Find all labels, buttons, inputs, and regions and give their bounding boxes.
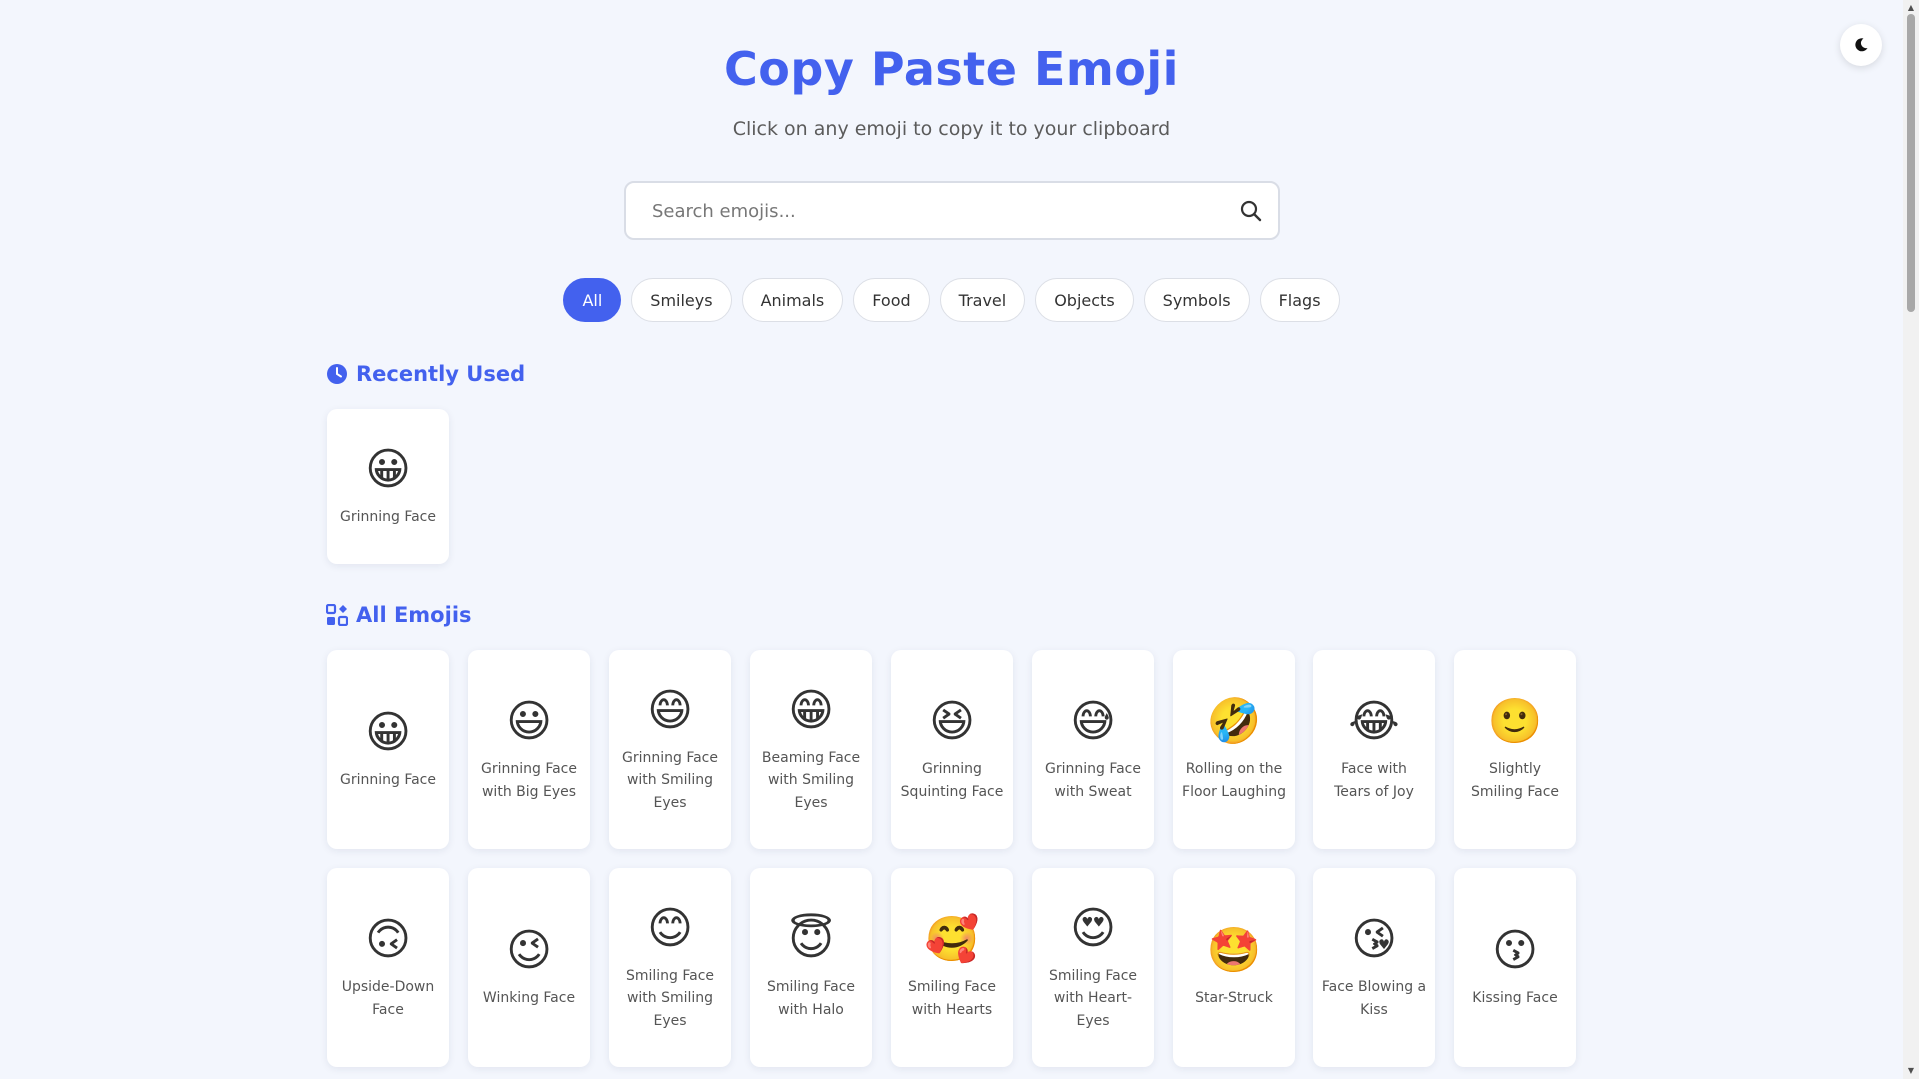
emoji-label: Beaming Face with Smiling Eyes xyxy=(761,749,861,811)
all-emojis-heading: All Emojis xyxy=(326,603,472,627)
category-smileys[interactable]: Smileys xyxy=(631,278,732,322)
emoji-glyph: 🤣 xyxy=(1206,696,1262,747)
emoji-card[interactable]: 🥰 Smiling Face with Hearts xyxy=(891,868,1013,1067)
recently-used-heading: Recently Used xyxy=(326,362,525,386)
emoji-label: Smiling Face with Heart-Eyes xyxy=(1048,967,1138,1029)
emoji-glyph: 😊 xyxy=(647,902,693,954)
vertical-scrollbar[interactable]: ▲ ▼ xyxy=(1903,0,1919,1079)
emoji-card[interactable]: 😗 Kissing Face xyxy=(1454,868,1576,1067)
search-icon[interactable] xyxy=(1240,200,1262,222)
page-subtitle: Click on any emoji to copy it to your cl… xyxy=(732,118,1171,140)
emoji-glyph: 😆 xyxy=(929,696,975,747)
category-all[interactable]: All xyxy=(563,278,622,322)
emoji-label: Grinning Face xyxy=(340,772,436,789)
search-input[interactable] xyxy=(650,183,1214,240)
emoji-card[interactable]: 😍 Smiling Face with Heart-Eyes xyxy=(1032,868,1154,1067)
emoji-card[interactable]: 😉 Winking Face xyxy=(468,868,590,1067)
emoji-card[interactable]: 🙃 Upside-Down Face xyxy=(327,868,449,1067)
emoji-label: Upside-Down Face xyxy=(341,979,435,1018)
page-title: Copy Paste Emoji xyxy=(724,42,1179,96)
category-animals[interactable]: Animals xyxy=(741,278,844,322)
emoji-glyph: 😃 xyxy=(506,696,552,747)
recent-emoji-card[interactable]: 😀 Grinning Face xyxy=(327,409,449,564)
emoji-card[interactable]: 😊 Smiling Face with Smiling Eyes xyxy=(609,868,731,1067)
search-box xyxy=(624,181,1280,240)
emoji-card[interactable]: 😀 Grinning Face xyxy=(327,650,449,849)
emoji-label: Rolling on the Floor Laughing xyxy=(1182,761,1286,800)
emoji-label: Grinning Squinting Face xyxy=(900,761,1004,800)
emoji-label: Smiling Face with Halo xyxy=(766,979,856,1018)
emoji-label: Kissing Face xyxy=(1472,990,1558,1007)
emoji-glyph: 😗 xyxy=(1492,925,1538,977)
emoji-glyph: 😇 xyxy=(788,914,834,965)
category-food[interactable]: Food xyxy=(853,278,930,322)
emoji-glyph: 😅 xyxy=(1070,696,1116,747)
recently-used-title: Recently Used xyxy=(356,362,526,386)
emoji-label: Grinning Face with Smiling Eyes xyxy=(622,749,718,811)
category-flags[interactable]: Flags xyxy=(1259,278,1340,322)
emoji-label: Smiling Face with Hearts xyxy=(907,979,997,1018)
emoji-label: Face with Tears of Joy xyxy=(1334,761,1414,800)
grid-icon xyxy=(326,604,348,626)
category-symbols[interactable]: Symbols xyxy=(1143,278,1250,322)
emoji-label: Grinning Face xyxy=(340,509,436,526)
page: Copy Paste Emoji Click on any emoji to c… xyxy=(0,0,1903,1079)
emoji-glyph: 😘 xyxy=(1351,914,1397,965)
emoji-glyph: 😀 xyxy=(365,444,411,496)
emoji-card[interactable]: 😄 Grinning Face with Smiling Eyes xyxy=(609,650,731,849)
emoji-glyph: 🙃 xyxy=(365,914,411,965)
all-emojis-title: All Emojis xyxy=(356,603,472,627)
emoji-glyph: 🤩 xyxy=(1206,925,1262,977)
emoji-label: Grinning Face with Big Eyes xyxy=(481,761,577,800)
emoji-label: Face Blowing a Kiss xyxy=(1321,979,1427,1018)
emoji-glyph: 😀 xyxy=(365,707,411,759)
emoji-glyph: 😁 xyxy=(788,684,834,736)
emoji-label: Winking Face xyxy=(482,990,576,1007)
emoji-glyph: 😉 xyxy=(506,925,552,977)
emoji-glyph: 😄 xyxy=(647,684,693,736)
emoji-card[interactable]: 🤩 Star-Struck xyxy=(1173,868,1295,1067)
emoji-label: Slightly Smiling Face xyxy=(1470,761,1560,800)
emoji-glyph: 😍 xyxy=(1070,902,1116,954)
emoji-card[interactable]: 🤣 Rolling on the Floor Laughing xyxy=(1173,650,1295,849)
emoji-card[interactable]: 😁 Beaming Face with Smiling Eyes xyxy=(750,650,872,849)
emoji-card[interactable]: 😂 Face with Tears of Joy xyxy=(1313,650,1435,849)
category-objects[interactable]: Objects xyxy=(1035,278,1134,322)
category-filter-bar: All Smileys Animals Food Travel Objects … xyxy=(0,278,1903,322)
emoji-card[interactable]: 😇 Smiling Face with Halo xyxy=(750,868,872,1067)
emoji-glyph: 🙂 xyxy=(1487,696,1543,747)
clock-icon xyxy=(327,364,347,384)
emoji-label: Smiling Face with Smiling Eyes xyxy=(625,967,715,1029)
emoji-glyph: 🥰 xyxy=(924,914,980,965)
emoji-card[interactable]: 😘 Face Blowing a Kiss xyxy=(1313,868,1435,1067)
emoji-glyph: 😂 xyxy=(1348,696,1400,747)
category-travel[interactable]: Travel xyxy=(939,278,1026,322)
emoji-card[interactable]: 😆 Grinning Squinting Face xyxy=(891,650,1013,849)
scroll-down-arrow-icon[interactable]: ▼ xyxy=(1903,1063,1919,1079)
emoji-card[interactable]: 🙂 Slightly Smiling Face xyxy=(1454,650,1576,849)
emoji-card[interactable]: 😅 Grinning Face with Sweat xyxy=(1032,650,1154,849)
scrollbar-thumb[interactable] xyxy=(1907,14,1915,312)
emoji-label: Grinning Face with Sweat xyxy=(1045,761,1141,800)
emoji-card[interactable]: 😃 Grinning Face with Big Eyes xyxy=(468,650,590,849)
emoji-label: Star-Struck xyxy=(1195,990,1273,1007)
